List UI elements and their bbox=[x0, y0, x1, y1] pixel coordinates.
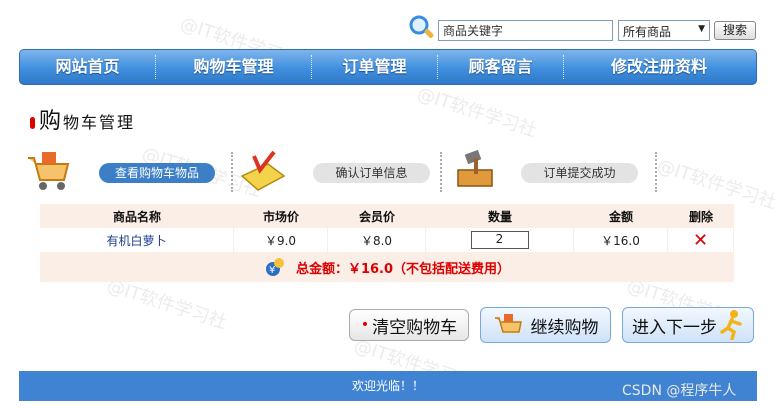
col-header-market-price: 市场价 bbox=[262, 209, 299, 224]
next-step-button[interactable]: 进入下一步 bbox=[622, 307, 754, 343]
calculator-icon bbox=[240, 150, 286, 191]
search-icon bbox=[409, 15, 434, 38]
page-title-rest: 物车管理 bbox=[63, 113, 136, 132]
col-header-name: 商品名称 bbox=[112, 209, 161, 224]
delete-icon: ✕ bbox=[692, 229, 709, 251]
clear-cart-label: 清空购物车 bbox=[372, 317, 458, 338]
category-selected: 所有商品 bbox=[623, 25, 672, 39]
market-price: ￥9.0 bbox=[234, 228, 328, 252]
cart-icon bbox=[28, 152, 70, 190]
step-order-success: 订单提交成功 bbox=[521, 163, 638, 183]
step-view-cart: 查看购物车物品 bbox=[99, 163, 215, 183]
running-man-icon bbox=[720, 310, 742, 340]
search-button[interactable]: 搜索 bbox=[714, 21, 756, 40]
table-header: 商品名称 市场价 会员价 数量 金额 删除 bbox=[40, 204, 734, 228]
page-title: 购 物车管理 bbox=[30, 103, 135, 135]
svg-text:¥: ¥ bbox=[269, 265, 275, 276]
step-divider bbox=[231, 152, 233, 192]
watermark: @IT软件学习社 bbox=[414, 83, 540, 142]
nav-item-home[interactable]: 网站首页 bbox=[20, 49, 155, 85]
delete-button[interactable]: ✕ bbox=[668, 228, 734, 252]
col-header-amount: 金额 bbox=[608, 209, 633, 224]
nav-item-profile[interactable]: 修改注册资料 bbox=[564, 49, 754, 85]
chevron-down-icon: ▼ bbox=[698, 24, 705, 34]
csdn-credit: CSDN @程序牛人 bbox=[622, 383, 737, 399]
step-confirm-order: 确认订单信息 bbox=[313, 163, 430, 183]
next-step-label: 进入下一步 bbox=[632, 317, 717, 338]
qty-cell: 2 bbox=[426, 228, 574, 252]
clear-cart-button[interactable]: • 清空购物车 bbox=[349, 309, 469, 341]
col-header-member-price: 会员价 bbox=[358, 209, 395, 224]
bullet-icon: • bbox=[360, 317, 370, 333]
member-price: ￥8.0 bbox=[328, 228, 426, 252]
cart-icon bbox=[494, 314, 522, 333]
product-name-link[interactable]: 有机白萝卜 bbox=[40, 228, 234, 252]
title-marker bbox=[30, 117, 35, 129]
col-header-qty: 数量 bbox=[487, 209, 512, 224]
col-header-delete: 删除 bbox=[688, 209, 713, 224]
amount: ￥16.0 bbox=[574, 228, 668, 252]
main-nav: 网站首页 购物车管理 订单管理 顾客留言 修改注册资料 bbox=[19, 49, 757, 85]
continue-shopping-button[interactable]: 继续购物 bbox=[480, 307, 611, 343]
continue-shopping-label: 继续购物 bbox=[530, 317, 599, 338]
tools-icon bbox=[457, 149, 493, 187]
category-select[interactable]: 所有商品 ▼ bbox=[618, 20, 710, 41]
page-title-first-char: 购 bbox=[39, 109, 62, 134]
total-amount: 总金额：￥16.0（不包括配送费用） bbox=[295, 261, 511, 277]
cart-table: 商品名称 市场价 会员价 数量 金额 删除 有机白萝卜 ￥9.0 ￥8.0 2 … bbox=[40, 204, 734, 282]
total-row: ¥ 总金额：￥16.0（不包括配送费用） bbox=[40, 252, 734, 282]
money-icon: ¥ bbox=[265, 258, 284, 276]
search-input[interactable]: 商品关键字 bbox=[438, 20, 613, 41]
quantity-input[interactable]: 2 bbox=[470, 231, 529, 249]
step-divider bbox=[440, 152, 442, 192]
nav-item-messages[interactable]: 顾客留言 bbox=[438, 49, 563, 85]
nav-item-cart[interactable]: 购物车管理 bbox=[156, 49, 311, 85]
table-row: 有机白萝卜 ￥9.0 ￥8.0 2 ￥16.0 ✕ bbox=[40, 228, 734, 252]
step-divider bbox=[655, 152, 657, 192]
nav-item-orders[interactable]: 订单管理 bbox=[312, 49, 437, 85]
